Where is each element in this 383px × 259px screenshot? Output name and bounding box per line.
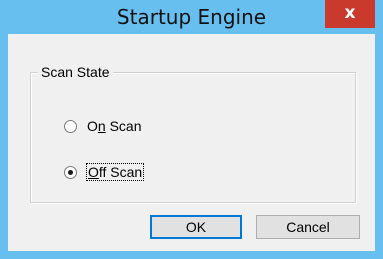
group-label: Scan State (38, 64, 113, 80)
dialog-client-area: Scan State On Scan Off Scan OK Cancel (8, 34, 375, 251)
radio-on-scan[interactable]: On Scan (64, 116, 142, 136)
close-icon: x (344, 3, 356, 23)
title-bar[interactable]: Startup Engine x (0, 0, 383, 34)
radio-off-scan[interactable]: Off Scan (64, 162, 145, 182)
radio-button-on-scan[interactable] (64, 119, 77, 133)
dialog-window: Startup Engine x Scan State On Scan Off … (0, 0, 383, 259)
ok-button[interactable]: OK (150, 215, 242, 239)
radio-label-on-scan[interactable]: On Scan (87, 118, 142, 134)
radio-label-off-scan[interactable]: Off Scan (85, 163, 145, 181)
close-button[interactable]: x (325, 0, 375, 28)
scan-state-group: Scan State (30, 64, 356, 203)
cancel-button[interactable]: Cancel (256, 215, 360, 239)
radio-button-off-scan[interactable] (64, 165, 77, 179)
